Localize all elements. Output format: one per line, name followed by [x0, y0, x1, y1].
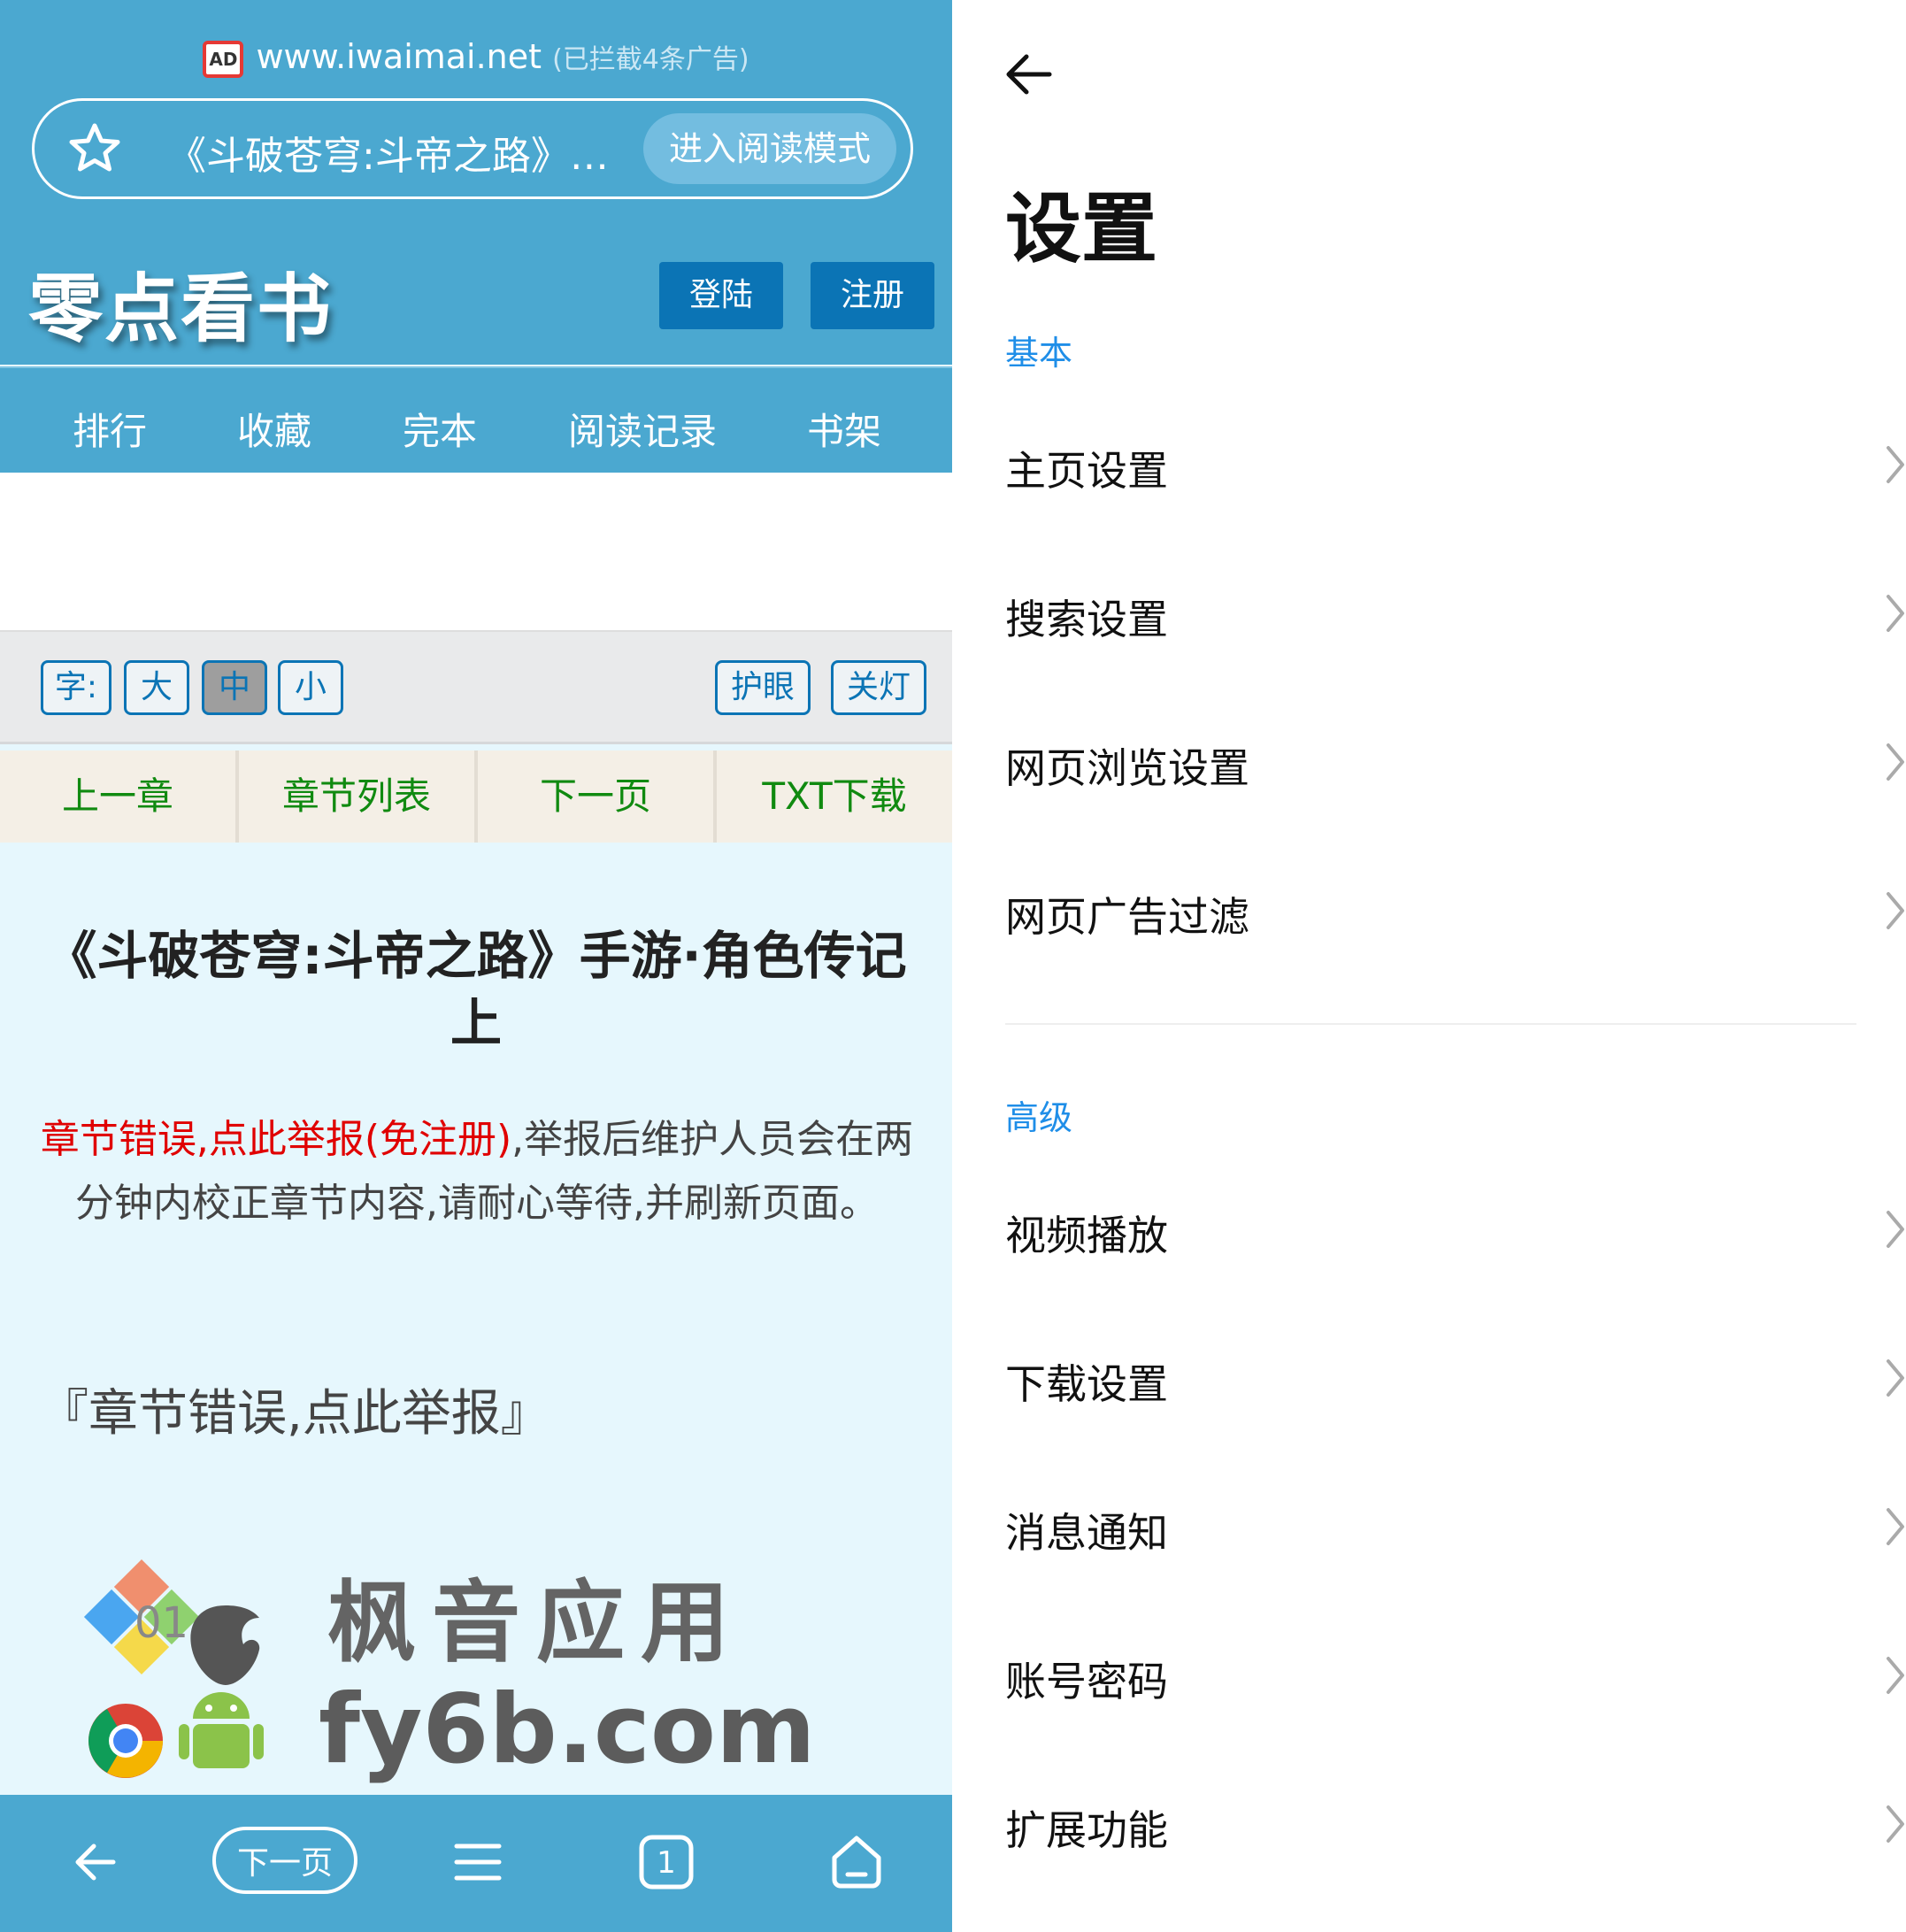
watermark: 01 枫音应用 fy6b.com: [80, 1551, 816, 1785]
article-title: 《斗破苍穹:斗帝之路》手游·角色传记上: [45, 926, 907, 1053]
font-small-button[interactable]: 小: [278, 660, 343, 715]
star-icon[interactable]: [66, 120, 123, 177]
tab-count: 1: [657, 1845, 676, 1881]
browser-bottom-bar: 下一页 1: [0, 1795, 952, 1932]
eye-care-button[interactable]: 护眼: [715, 660, 811, 715]
nav-completed[interactable]: 完本: [403, 402, 477, 456]
chevron-right-icon: [1887, 1657, 1904, 1694]
setting-item-search[interactable]: 搜索设置: [1005, 559, 1904, 666]
font-size-bar: 字: 大 中 小 护眼 关灯: [0, 630, 952, 744]
setting-item-label: 消息通知: [1005, 1509, 1168, 1557]
font-label: 字:: [41, 660, 111, 715]
report-link-red[interactable]: 章节错误,点此举报(免注册): [41, 1117, 511, 1162]
reader-mode-button[interactable]: 进入阅读模式: [643, 113, 896, 184]
lights-off-button[interactable]: 关灯: [831, 660, 926, 715]
section-divider: [1005, 1023, 1856, 1025]
chevron-right-icon: [1887, 1211, 1904, 1248]
ad-space: [0, 473, 952, 630]
chevron-right-icon: [1887, 1508, 1904, 1545]
setting-item-ad-filter[interactable]: 网页广告过滤: [1005, 857, 1904, 963]
section-header-basic: 基本: [1005, 334, 1073, 373]
chevron-right-icon: [1887, 1805, 1904, 1843]
chevron-right-icon: [1887, 743, 1904, 781]
nav-bookshelf[interactable]: 书架: [807, 402, 881, 456]
setting-item-download[interactable]: 下载设置: [1005, 1324, 1904, 1430]
site-nav: 排行 收藏 完本 阅读记录 书架: [0, 366, 952, 473]
setting-item-passwords[interactable]: 账号密码: [1005, 1621, 1904, 1728]
back-arrow-icon[interactable]: [1002, 46, 1058, 103]
setting-item-label: 网页浏览设置: [1005, 744, 1249, 792]
setting-item-label: 扩展功能: [1005, 1806, 1168, 1854]
tabs-icon[interactable]: 1: [638, 1834, 695, 1890]
font-large-button[interactable]: 大: [124, 660, 189, 715]
setting-item-label: 账号密码: [1005, 1658, 1168, 1705]
login-button[interactable]: 登陆: [659, 262, 783, 329]
chevron-right-icon: [1887, 595, 1904, 632]
browser-panel: AD www.iwaimai.net (已拦截4条广告) 《斗破苍穹:斗帝之路》… …: [0, 0, 952, 1932]
setting-item-video[interactable]: 视频播放: [1005, 1175, 1904, 1282]
chapter-list-link[interactable]: 章节列表: [239, 750, 478, 843]
url-row: AD www.iwaimai.net (已拦截4条广告): [0, 37, 952, 78]
setting-item-web-browsing[interactable]: 网页浏览设置: [1005, 708, 1904, 814]
setting-item-label: 网页广告过滤: [1005, 893, 1249, 941]
setting-item-label: 下载设置: [1005, 1360, 1168, 1408]
article-content: 《斗破苍穹:斗帝之路》手游·角色传记上 章节错误,点此举报(免注册),举报后维护…: [0, 843, 952, 1795]
chapter-nav: 上一章 章节列表 下一页 TXT下载: [0, 750, 952, 843]
settings-panel: 设置 基本 主页设置 搜索设置 网页浏览设置 网页广告过滤 高级 视频播放 下载…: [952, 0, 1906, 1932]
setting-item-extensions[interactable]: 扩展功能: [1005, 1770, 1904, 1876]
section-header-advanced: 高级: [1005, 1098, 1073, 1137]
back-arrow-icon[interactable]: [69, 1834, 126, 1890]
setting-item-label: 搜索设置: [1005, 596, 1168, 643]
menu-icon[interactable]: [450, 1834, 506, 1890]
chevron-right-icon: [1887, 446, 1904, 483]
nav-favorites[interactable]: 收藏: [237, 402, 311, 456]
page-title[interactable]: 《斗破苍穹:斗帝之路》…: [167, 124, 609, 181]
site-header: 零点看书 登陆 注册: [0, 223, 952, 365]
watermark-badge: 01: [134, 1598, 188, 1648]
ads-blocked-note: (已拦截4条广告): [552, 44, 749, 75]
browser-top-bar: AD www.iwaimai.net (已拦截4条广告) 《斗破苍穹:斗帝之路》… …: [0, 0, 952, 223]
watermark-text-cn: 枫音应用: [327, 1571, 745, 1674]
home-icon[interactable]: [828, 1834, 885, 1890]
next-page-link[interactable]: 下一页: [478, 750, 717, 843]
nav-rank[interactable]: 排行: [73, 402, 147, 456]
chevron-right-icon: [1887, 1359, 1904, 1397]
settings-title: 设置: [1005, 185, 1157, 273]
setting-item-label: 视频播放: [1005, 1212, 1168, 1259]
next-page-button[interactable]: 下一页: [212, 1827, 357, 1894]
watermark-logo-icons: 01: [83, 1559, 264, 1778]
font-medium-button[interactable]: 中: [202, 660, 267, 715]
site-logo[interactable]: 零点看书: [28, 250, 333, 357]
register-button[interactable]: 注册: [811, 262, 934, 329]
setting-item-homepage[interactable]: 主页设置: [1005, 411, 1904, 517]
url-text[interactable]: www.iwaimai.net: [256, 37, 542, 76]
report-notice: 章节错误,点此举报(免注册),举报后维护人员会在两分钟内校正章节内容,请耐心等待…: [39, 1108, 915, 1235]
prev-chapter-link[interactable]: 上一章: [0, 750, 239, 843]
watermark-text-url: fy6b.com: [319, 1674, 816, 1785]
ad-block-icon[interactable]: AD: [203, 40, 244, 78]
report-error-link[interactable]: 『章节错误,点此举报』: [39, 1374, 550, 1445]
chevron-right-icon: [1887, 892, 1904, 929]
nav-reading-history[interactable]: 阅读记录: [568, 402, 717, 456]
setting-item-label: 主页设置: [1005, 447, 1168, 495]
address-bar[interactable]: 《斗破苍穹:斗帝之路》… 进入阅读模式: [32, 98, 913, 199]
setting-item-notifications[interactable]: 消息通知: [1005, 1473, 1904, 1579]
txt-download-link[interactable]: TXT下载: [717, 750, 952, 843]
